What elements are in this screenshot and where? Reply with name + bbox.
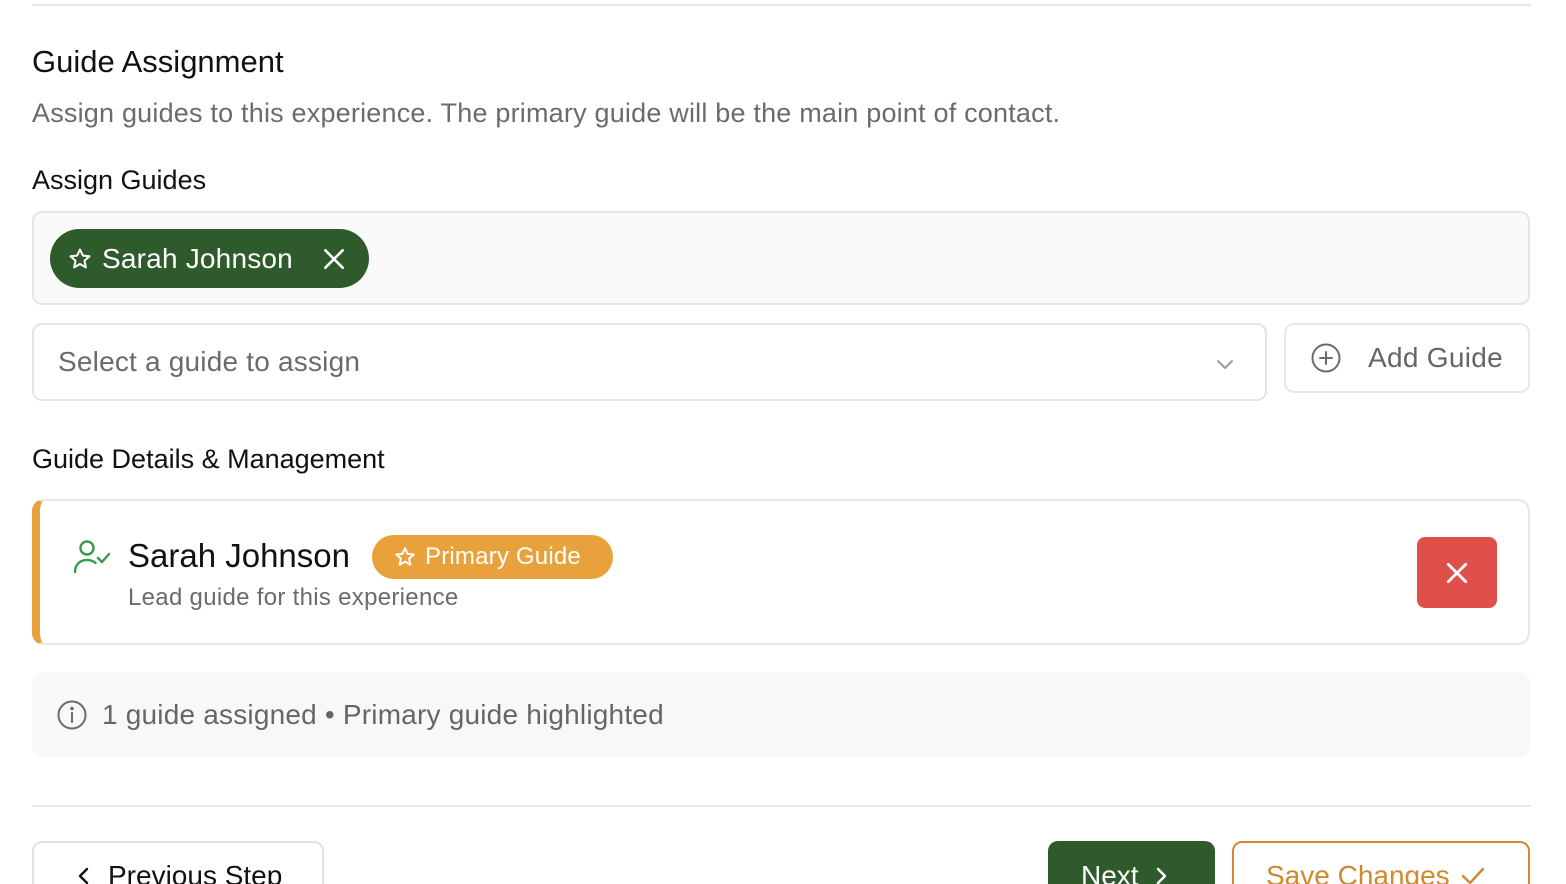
guide-chip[interactable]: Sarah Johnson [50, 229, 369, 288]
next-button[interactable]: Next [1048, 841, 1215, 884]
close-icon [1446, 562, 1468, 583]
close-icon[interactable] [321, 246, 347, 272]
guide-subtitle: Lead guide for this experience [128, 584, 459, 611]
remove-guide-button[interactable] [1417, 537, 1497, 608]
chevron-right-icon [1156, 867, 1166, 884]
guide-details-label: Guide Details & Management [32, 444, 385, 474]
save-changes-label: Save Changes [1266, 860, 1450, 884]
primary-guide-badge-label: Primary Guide [425, 543, 581, 570]
save-changes-button[interactable]: Save Changes [1232, 841, 1530, 884]
guide-select-placeholder: Select a guide to assign [58, 346, 361, 377]
section-description: Assign guides to this experience. The pr… [32, 98, 1061, 128]
star-icon [69, 248, 91, 268]
star-icon [395, 547, 415, 566]
chevron-down-icon [1217, 360, 1233, 369]
assignment-summary: 1 guide assigned • Primary guide highlig… [32, 672, 1530, 757]
plus-circle-icon [1311, 343, 1341, 373]
assignment-summary-text: 1 guide assigned • Primary guide highlig… [102, 698, 664, 730]
previous-step-button[interactable]: Previous Step [32, 841, 324, 884]
guide-card: Sarah Johnson Primary Guide Lead guide f… [32, 499, 1530, 645]
user-check-icon [73, 540, 111, 574]
assigned-guides-box: Sarah Johnson [32, 211, 1530, 305]
assign-guides-label: Assign Guides [32, 165, 207, 195]
next-label: Next [1081, 860, 1139, 884]
add-guide-button[interactable]: Add Guide [1284, 323, 1530, 393]
guide-chip-name: Sarah Johnson [102, 242, 293, 274]
chevron-left-icon [78, 867, 89, 884]
add-guide-label: Add Guide [1368, 342, 1504, 373]
guide-select-dropdown[interactable]: Select a guide to assign [32, 323, 1267, 401]
primary-guide-badge: Primary Guide [372, 535, 613, 579]
top-divider [32, 4, 1531, 6]
info-icon [57, 700, 87, 729]
bottom-divider [32, 805, 1531, 807]
previous-step-label: Previous Step [108, 860, 283, 884]
section-title: Guide Assignment [32, 44, 284, 79]
guide-name: Sarah Johnson [128, 537, 350, 574]
guide-assignment-page: Guide Assignment Assign guides to this e… [0, 0, 1566, 884]
check-icon [1461, 867, 1484, 884]
